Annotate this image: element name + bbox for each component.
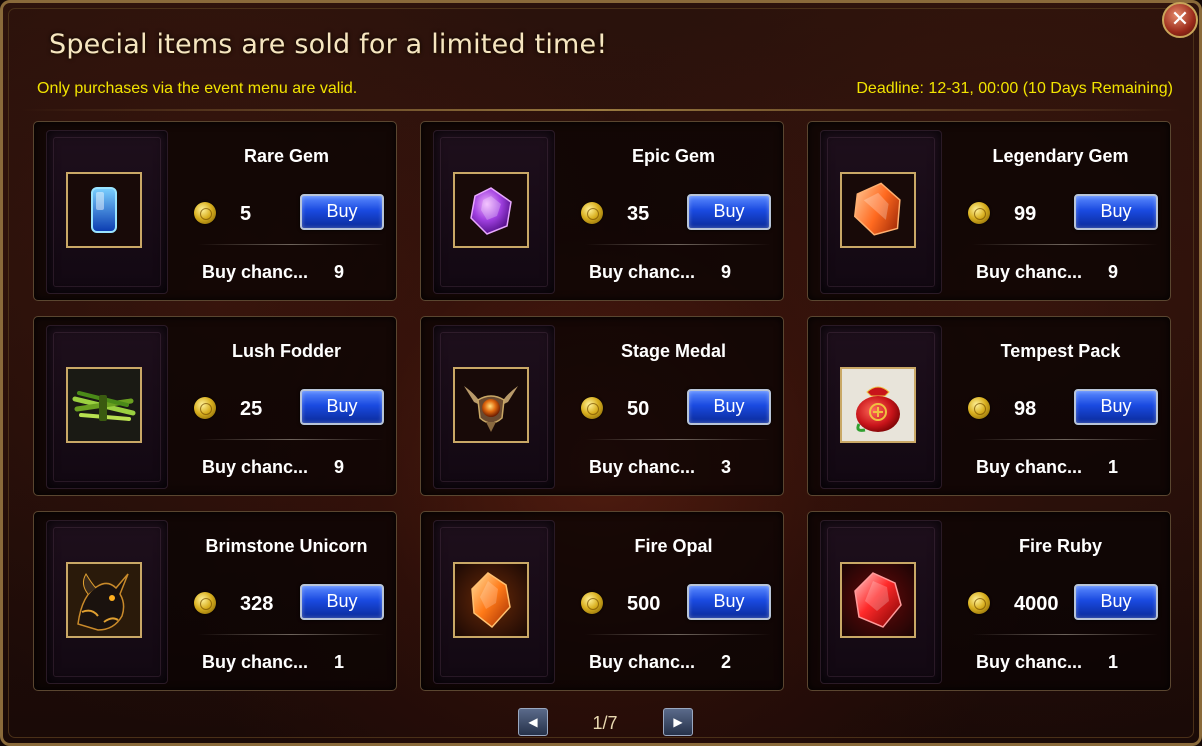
buy-chance-label: Buy chanc... — [589, 652, 696, 672]
orange-gem-icon — [840, 172, 916, 248]
buy-chance-label: Buy chanc... — [976, 262, 1083, 282]
medal-icon — [453, 367, 529, 443]
buy-chance-count: 9 — [334, 457, 345, 477]
buy-chance-count: 1 — [1108, 457, 1119, 477]
event-notice: Only purchases via the event menu are va… — [37, 80, 358, 97]
item-price: 4000 — [1014, 593, 1059, 615]
buy-chance-count: 3 — [721, 457, 732, 477]
buy-button[interactable]: Buy — [687, 584, 771, 620]
card-separator — [585, 244, 771, 245]
card-separator — [585, 439, 771, 440]
item-name: Fire Opal — [634, 536, 713, 556]
item-card-brimstone-unicorn: Brimstone Unicorn 328 Buy Buy chanc... 1 — [33, 511, 397, 691]
buy-chance-label: Buy chanc... — [589, 262, 696, 282]
item-price: 25 — [240, 398, 263, 420]
fire-ruby-icon — [840, 562, 916, 638]
gold-coin-icon — [194, 202, 216, 224]
buy-button[interactable]: Buy — [300, 584, 384, 620]
item-card-rare-gem: Rare Gem 5 Buy Buy chanc... 9 — [33, 121, 397, 301]
buy-button[interactable]: Buy — [687, 194, 771, 230]
buy-button[interactable]: Buy — [1074, 389, 1158, 425]
gold-coin-icon — [581, 202, 603, 224]
gold-coin-icon — [194, 397, 216, 419]
item-name: Legendary Gem — [992, 146, 1129, 166]
close-button[interactable]: ✕ — [1162, 2, 1198, 38]
fire-opal-icon — [453, 562, 529, 638]
card-separator — [198, 244, 384, 245]
buy-chance-label: Buy chanc... — [976, 457, 1083, 477]
item-card-fire-ruby: Fire Ruby 4000 Buy Buy chanc... 1 — [807, 511, 1171, 691]
card-separator — [972, 244, 1158, 245]
buy-button[interactable]: Buy — [300, 194, 384, 230]
item-price: 500 — [627, 593, 661, 615]
item-name: Fire Ruby — [1018, 536, 1102, 556]
prev-page-button[interactable]: ◀ — [518, 708, 548, 736]
item-card-legendary-gem: Legendary Gem 99 Buy Buy chanc... 9 — [807, 121, 1171, 301]
gold-coin-icon — [194, 592, 216, 614]
buy-button[interactable]: Buy — [1074, 194, 1158, 230]
unicorn-icon — [66, 562, 142, 638]
item-name: Epic Gem — [631, 146, 716, 166]
buy-chance-label: Buy chanc... — [589, 457, 696, 477]
card-separator — [972, 439, 1158, 440]
card-separator — [198, 634, 384, 635]
close-icon: ✕ — [1170, 7, 1190, 32]
item-card-lush-fodder: Lush Fodder 25 Buy Buy chanc... 9 — [33, 316, 397, 496]
item-name: Tempest Pack — [1000, 341, 1121, 361]
item-card-tempest-pack: Tempest Pack 98 Buy Buy chanc... 1 — [807, 316, 1171, 496]
gold-coin-icon — [968, 592, 990, 614]
item-name: Rare Gem — [243, 146, 330, 166]
item-price: 328 — [240, 593, 274, 615]
gold-coin-icon — [968, 202, 990, 224]
buy-chance-count: 9 — [1108, 262, 1119, 282]
buy-chance-count: 1 — [1108, 652, 1119, 672]
item-price: 5 — [240, 203, 252, 225]
dialog-title: Special items are sold for a limited tim… — [49, 29, 608, 60]
deadline-text: Deadline: 12-31, 00:00 (10 Days Remainin… — [856, 80, 1173, 97]
item-card-stage-medal: Stage Medal 50 Buy Buy chanc... 3 — [420, 316, 784, 496]
fodder-icon — [66, 367, 142, 443]
header-divider — [21, 109, 1181, 111]
page-indicator: 1/7 — [592, 713, 618, 733]
buy-chance-label: Buy chanc... — [202, 457, 309, 477]
buy-chance-count: 9 — [334, 262, 345, 282]
buy-chance-count: 2 — [721, 652, 732, 672]
item-name: Lush Fodder — [232, 341, 341, 361]
item-price: 35 — [627, 203, 650, 225]
card-separator — [585, 634, 771, 635]
item-price: 98 — [1014, 398, 1037, 420]
item-card-fire-opal: Fire Opal 500 Buy Buy chanc... 2 — [420, 511, 784, 691]
blue-gem-icon — [66, 172, 142, 248]
next-page-button[interactable]: ▶ — [663, 708, 693, 736]
buy-chance-label: Buy chanc... — [202, 262, 309, 282]
card-separator — [972, 634, 1158, 635]
arrow-left-icon: ◀ — [528, 715, 538, 729]
buy-button[interactable]: Buy — [1074, 584, 1158, 620]
gold-coin-icon — [581, 592, 603, 614]
buy-button[interactable]: Buy — [687, 389, 771, 425]
shop-dialog: Special items are sold for a limited tim… — [0, 0, 1202, 746]
gold-coin-icon — [968, 397, 990, 419]
buy-button[interactable]: Buy — [300, 389, 384, 425]
buy-chance-count: 9 — [721, 262, 732, 282]
item-name: Brimstone Unicorn — [205, 536, 368, 556]
card-separator — [198, 439, 384, 440]
buy-chance-count: 1 — [334, 652, 345, 672]
red-pouch-icon — [840, 367, 916, 443]
buy-chance-label: Buy chanc... — [202, 652, 309, 672]
purple-gem-icon — [453, 172, 529, 248]
item-name: Stage Medal — [620, 341, 727, 361]
item-card-epic-gem: Epic Gem 35 Buy Buy chanc... 9 — [420, 121, 784, 301]
item-price: 50 — [627, 398, 650, 420]
item-price: 99 — [1014, 203, 1037, 225]
gold-coin-icon — [581, 397, 603, 419]
buy-chance-label: Buy chanc... — [976, 652, 1083, 672]
arrow-right-icon: ▶ — [673, 715, 683, 729]
